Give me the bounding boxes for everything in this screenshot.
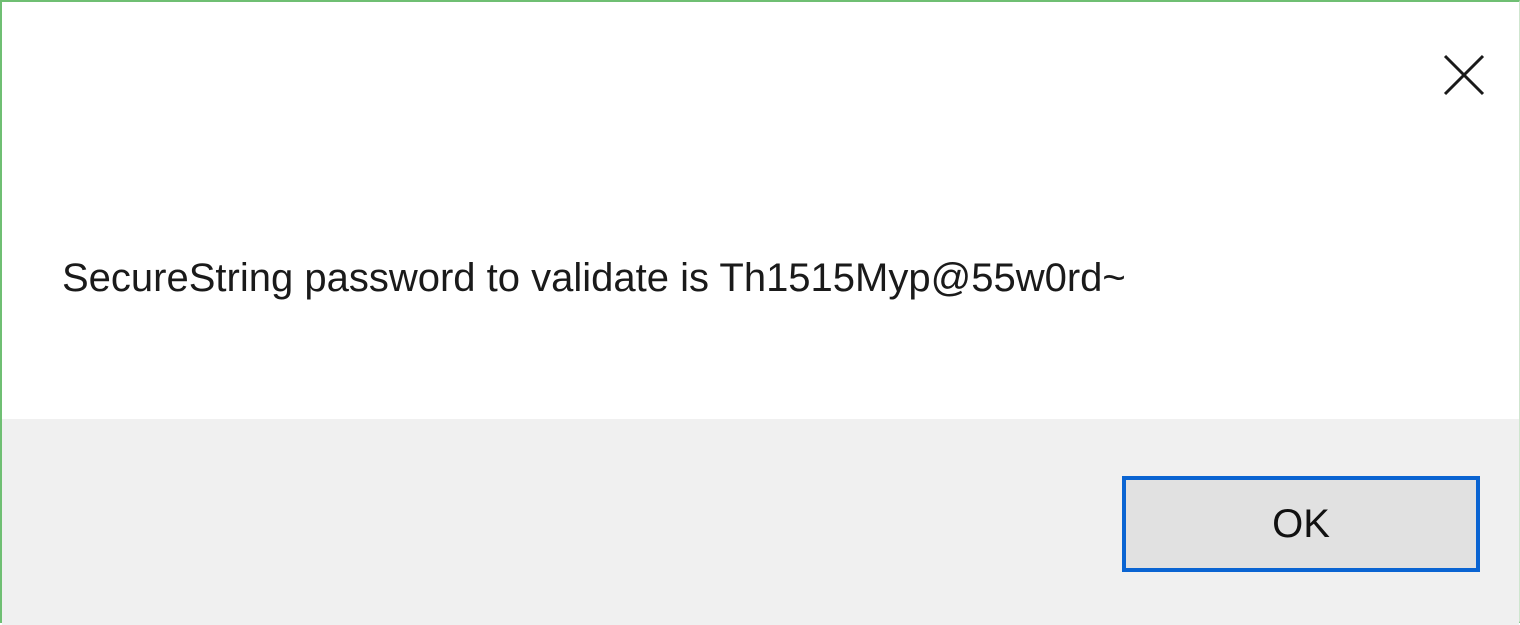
close-button[interactable]: [1414, 32, 1514, 118]
ok-button-label: OK: [1272, 501, 1330, 546]
message-box-dialog: SecureString password to validate is Th1…: [0, 0, 1520, 625]
ok-button[interactable]: OK: [1122, 476, 1480, 572]
dialog-message: SecureString password to validate is Th1…: [62, 256, 1126, 300]
title-bar: [2, 2, 1519, 122]
close-icon: [1443, 54, 1485, 96]
